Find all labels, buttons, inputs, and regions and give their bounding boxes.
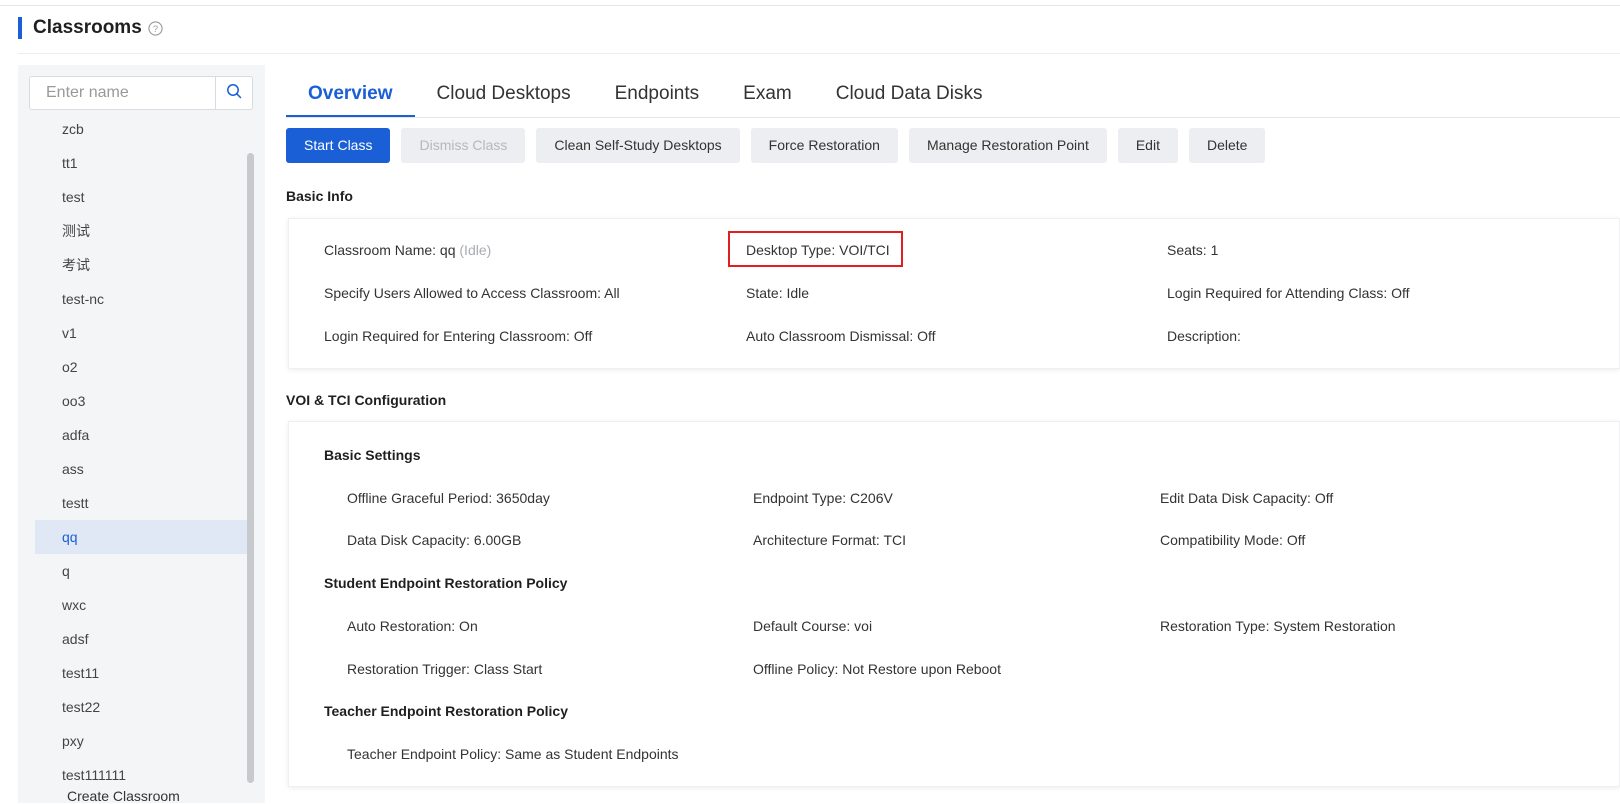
manage-restoration-point-button[interactable]: Manage Restoration Point bbox=[908, 128, 1107, 163]
tab-overview[interactable]: Overview bbox=[286, 74, 415, 118]
list-item[interactable]: v1 bbox=[18, 316, 248, 350]
tab-bar: Overview Cloud Desktops Endpoints Exam C… bbox=[286, 74, 1005, 118]
dismiss-class-button[interactable]: Dismiss Class bbox=[401, 128, 526, 163]
description: Description: bbox=[1167, 328, 1241, 344]
classroom-name-value: Classroom Name: qq bbox=[324, 242, 456, 258]
list-item[interactable]: test111111 bbox=[18, 758, 248, 792]
login-attending: Login Required for Attending Class: Off bbox=[1167, 285, 1410, 301]
classroom-status: (Idle) bbox=[459, 242, 492, 258]
highlight-box bbox=[728, 231, 903, 267]
title-accent-bar bbox=[18, 17, 22, 39]
list-item[interactable]: test-nc bbox=[18, 282, 248, 316]
tab-endpoints[interactable]: Endpoints bbox=[593, 74, 722, 118]
data-disk-capacity: Data Disk Capacity: 6.00GB bbox=[347, 532, 522, 548]
start-class-button[interactable]: Start Class bbox=[286, 128, 391, 163]
search-box bbox=[29, 76, 253, 110]
svg-text:?: ? bbox=[153, 23, 158, 33]
list-item[interactable]: adsf bbox=[18, 622, 248, 656]
list-item-selected[interactable]: qq bbox=[35, 520, 248, 554]
list-item[interactable]: test11 bbox=[18, 656, 248, 690]
restoration-trigger: Restoration Trigger: Class Start bbox=[347, 661, 543, 677]
sidebar-scrollbar[interactable] bbox=[247, 153, 254, 783]
list-item[interactable]: 测试 bbox=[18, 214, 248, 248]
list-item[interactable]: oo3 bbox=[18, 384, 248, 418]
force-restoration-button[interactable]: Force Restoration bbox=[750, 128, 898, 163]
search-input[interactable] bbox=[30, 77, 215, 109]
seats: Seats: 1 bbox=[1167, 242, 1219, 258]
auto-restoration: Auto Restoration: On bbox=[347, 618, 478, 634]
login-entering: Login Required for Entering Classroom: O… bbox=[324, 328, 593, 344]
list-item[interactable]: adfa bbox=[18, 418, 248, 452]
header-divider bbox=[18, 53, 1620, 54]
teacher-policy-heading: Teacher Endpoint Restoration Policy bbox=[324, 703, 569, 719]
tab-cloud-data-disks[interactable]: Cloud Data Disks bbox=[814, 74, 1005, 118]
help-circle-icon[interactable]: ? bbox=[148, 20, 164, 36]
auto-dismissal: Auto Classroom Dismissal: Off bbox=[746, 328, 936, 344]
list-item[interactable]: zcb bbox=[18, 112, 248, 146]
page-header: Classrooms ? bbox=[18, 16, 164, 40]
student-policy-heading: Student Endpoint Restoration Policy bbox=[324, 575, 568, 591]
default-course: Default Course: voi bbox=[753, 618, 873, 634]
list-item[interactable]: tt1 bbox=[18, 146, 248, 180]
tab-cloud-desktops[interactable]: Cloud Desktops bbox=[415, 74, 593, 118]
specify-users: Specify Users Allowed to Access Classroo… bbox=[324, 285, 620, 301]
voi-tci-heading: VOI & TCI Configuration bbox=[286, 392, 447, 408]
restoration-type: Restoration Type: System Restoration bbox=[1160, 618, 1396, 634]
search-button[interactable] bbox=[215, 77, 252, 109]
classroom-sidebar: zcb tt1 test 测试 考试 test-nc v1 o2 oo3 adf… bbox=[18, 65, 265, 803]
search-icon bbox=[226, 83, 242, 104]
endpoint-type: Endpoint Type: C206V bbox=[753, 490, 893, 506]
basic-info-heading: Basic Info bbox=[286, 188, 353, 204]
list-item[interactable]: q bbox=[18, 554, 248, 588]
top-divider bbox=[0, 5, 1620, 6]
tabs-divider bbox=[286, 117, 1620, 118]
state: State: Idle bbox=[746, 285, 810, 301]
list-item[interactable]: ass bbox=[18, 452, 248, 486]
list-item[interactable]: o2 bbox=[18, 350, 248, 384]
create-classroom-button[interactable]: Create Classroom bbox=[67, 788, 180, 804]
edit-data-disk-capacity: Edit Data Disk Capacity: Off bbox=[1160, 490, 1334, 506]
tab-exam[interactable]: Exam bbox=[721, 74, 814, 118]
teacher-endpoint-policy: Teacher Endpoint Policy: Same as Student… bbox=[347, 746, 679, 762]
compatibility-mode: Compatibility Mode: Off bbox=[1160, 532, 1306, 548]
classroom-list: zcb tt1 test 测试 考试 test-nc v1 o2 oo3 adf… bbox=[18, 112, 248, 792]
offline-policy: Offline Policy: Not Restore upon Reboot bbox=[753, 661, 1001, 677]
voi-tci-card bbox=[288, 421, 1620, 787]
basic-settings-heading: Basic Settings bbox=[324, 447, 421, 463]
list-item[interactable]: test22 bbox=[18, 690, 248, 724]
offline-graceful-period: Offline Graceful Period: 3650day bbox=[347, 490, 550, 506]
list-item[interactable]: pxy bbox=[18, 724, 248, 758]
classroom-name: Classroom Name: qq (Idle) bbox=[324, 242, 491, 258]
architecture-format: Architecture Format: TCI bbox=[753, 532, 907, 548]
action-toolbar: Start Class Dismiss Class Clean Self-Stu… bbox=[286, 128, 1266, 163]
clean-self-study-desktops-button[interactable]: Clean Self-Study Desktops bbox=[536, 128, 740, 163]
list-item[interactable]: testt bbox=[18, 486, 248, 520]
list-item[interactable]: wxc bbox=[18, 588, 248, 622]
list-item[interactable]: 考试 bbox=[18, 248, 248, 282]
page-title: Classrooms bbox=[33, 17, 142, 38]
delete-button[interactable]: Delete bbox=[1188, 128, 1266, 163]
edit-button[interactable]: Edit bbox=[1117, 128, 1178, 163]
list-item[interactable]: test bbox=[18, 180, 248, 214]
